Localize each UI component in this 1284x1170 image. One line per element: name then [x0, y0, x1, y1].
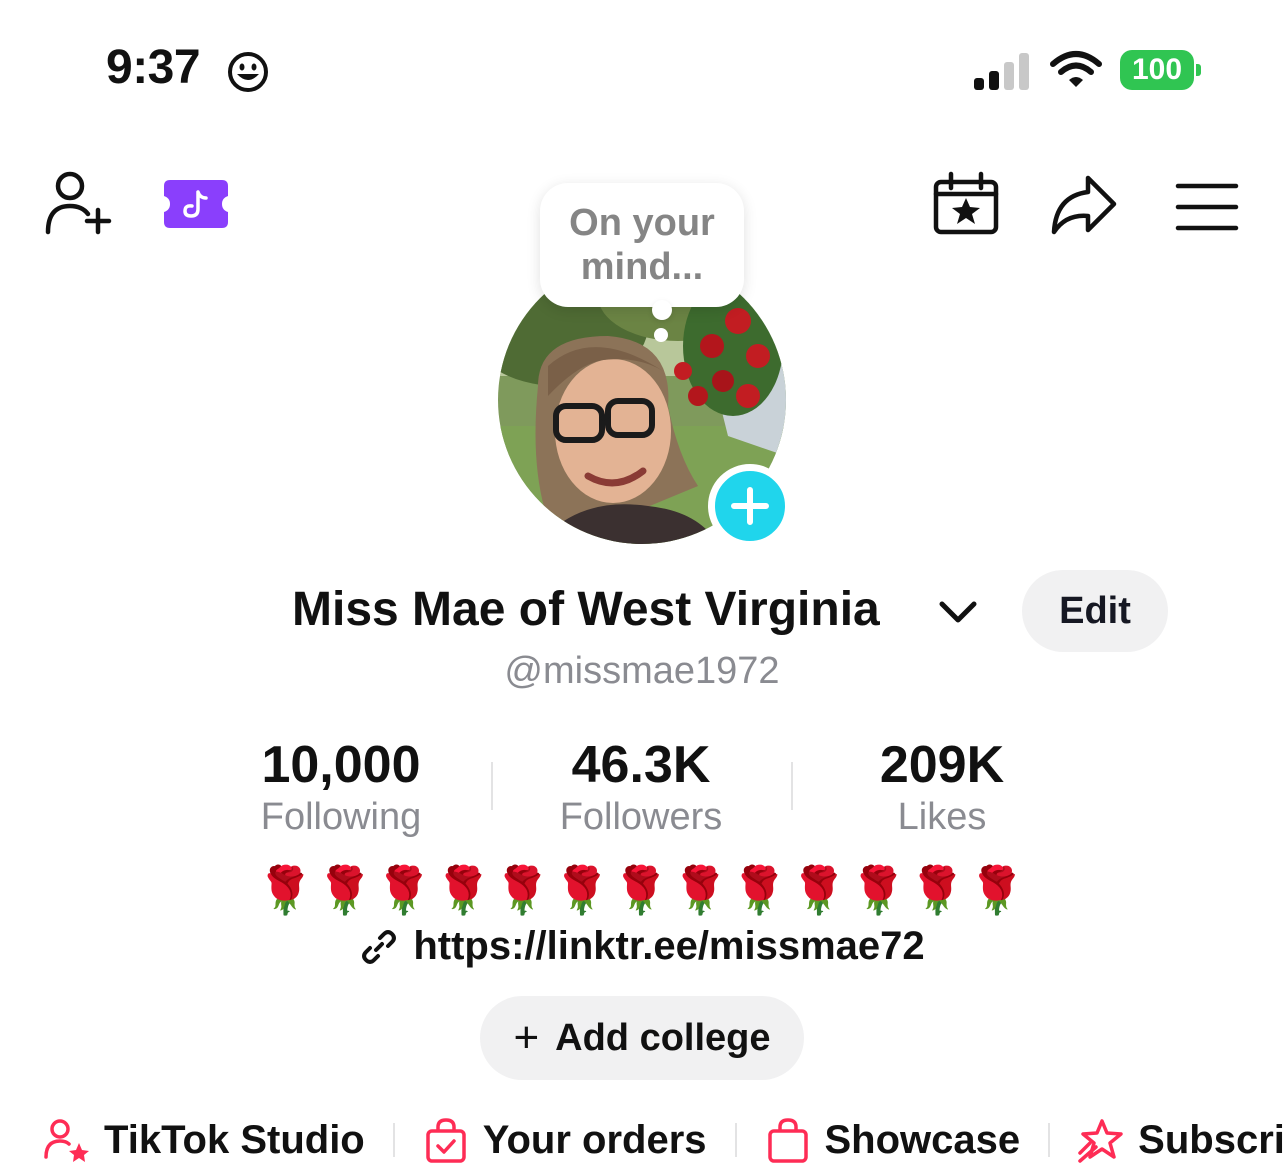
stat-followers[interactable]: 46.3K Followers [491, 735, 791, 839]
bio-link[interactable]: https://linktr.ee/missmae72 [0, 924, 1284, 969]
note-bubble-dot [654, 328, 668, 342]
likes-label: Likes [897, 796, 987, 838]
plus-icon [731, 487, 769, 525]
shortcut-label: Showcase [824, 1117, 1021, 1162]
display-name[interactable]: Miss Mae of West Virginia [292, 582, 880, 637]
shortcut-your-orders[interactable]: Your orders [423, 1117, 735, 1163]
stat-likes[interactable]: 209K Likes [792, 735, 1092, 839]
note-bubble-text: On your mind... [569, 202, 715, 288]
share-icon[interactable] [1048, 170, 1118, 240]
chevron-down-icon[interactable] [938, 596, 978, 628]
status-time: 9:37 [106, 41, 201, 94]
menu-icon[interactable] [1172, 172, 1242, 242]
shortcut-showcase[interactable]: Showcase [765, 1117, 1049, 1163]
shortcut-tiktok-studio[interactable]: TikTok Studio [44, 1117, 393, 1163]
likes-count: 209K [879, 736, 1005, 794]
battery-nub [1196, 64, 1201, 76]
add-college-button[interactable]: + Add college [480, 996, 804, 1080]
link-icon [362, 929, 397, 964]
shortcut-label: Subscri [1138, 1117, 1284, 1162]
shortcut-label: TikTok Studio [104, 1117, 365, 1162]
bio-text: 🌹🌹🌹🌹🌹🌹🌹🌹🌹🌹🌹🌹🌹 [256, 864, 1028, 916]
add-college-label: Add college [555, 1016, 771, 1059]
followers-label: Followers [559, 796, 723, 838]
shortcut-divider [734, 1123, 737, 1157]
followers-count: 46.3K [571, 736, 711, 794]
smiley-status-icon [228, 52, 268, 92]
add-friend-icon[interactable] [42, 170, 112, 240]
note-bubble[interactable]: On your mind... [540, 183, 744, 307]
shortcut-divider [392, 1123, 395, 1157]
showcase-bag-icon [767, 1118, 808, 1163]
following-count: 10,000 [261, 736, 421, 794]
username: @missmae1972 [504, 650, 780, 692]
orders-bag-icon [426, 1118, 466, 1163]
subscription-star-icon [1078, 1119, 1123, 1163]
cellular-signal-icon [974, 53, 1029, 90]
following-label: Following [260, 796, 422, 838]
studio-icon [44, 1119, 89, 1162]
edit-profile-button[interactable]: Edit [1022, 570, 1168, 652]
shortcut-subscription[interactable]: Subscri [1078, 1117, 1284, 1163]
profile-shortcuts: TikTok Studio Your orders Showcase Subsc… [44, 1110, 1284, 1170]
plus-icon: + [513, 1013, 540, 1062]
note-bubble-tail [652, 300, 672, 320]
shortcut-label: Your orders [482, 1117, 707, 1162]
bio-link-text[interactable]: https://linktr.ee/missmae72 [413, 924, 924, 969]
stat-following[interactable]: 10,000 Following [191, 735, 491, 839]
tiktok-ticket-icon[interactable] [162, 178, 230, 230]
add-story-button[interactable] [708, 464, 792, 548]
wifi-icon [1050, 51, 1102, 87]
calendar-star-icon[interactable] [930, 170, 1000, 240]
shortcut-divider [1048, 1123, 1051, 1157]
battery-indicator: 100 [1120, 50, 1202, 90]
battery-level: 100 [1120, 50, 1194, 90]
